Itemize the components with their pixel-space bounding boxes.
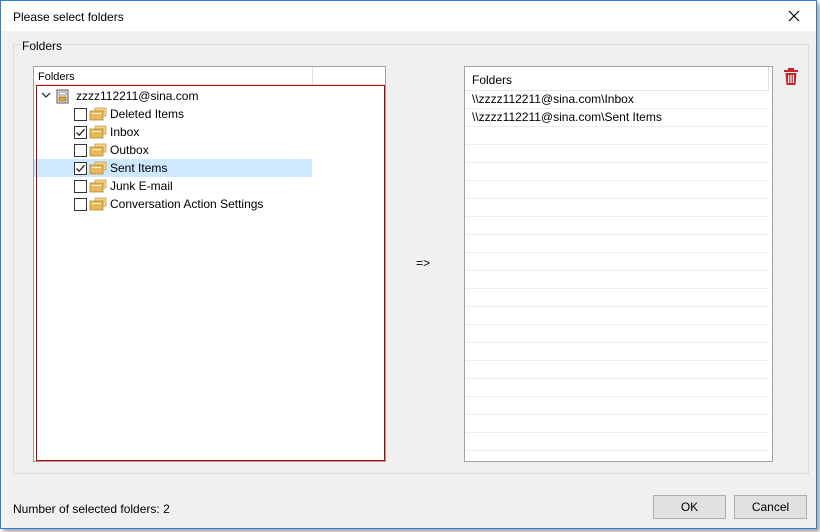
empty-row	[465, 253, 769, 271]
list-item[interactable]: \\zzzz112211@sina.com\Sent Items	[465, 109, 769, 127]
empty-row	[465, 127, 769, 145]
highlight-frame	[36, 85, 385, 461]
empty-row	[465, 271, 769, 289]
transfer-arrow: =>	[416, 256, 431, 270]
empty-row	[465, 379, 769, 397]
empty-row	[465, 289, 769, 307]
title-bar: Please select folders	[1, 1, 816, 31]
empty-row	[465, 397, 769, 415]
empty-row	[465, 307, 769, 325]
empty-row	[465, 181, 769, 199]
list-rows: \\zzzz112211@sina.com\Inbox \\zzzz112211…	[465, 91, 769, 451]
cancel-button[interactable]: Cancel	[734, 495, 807, 519]
list-header-label: Folders	[472, 73, 513, 87]
folder-tree[interactable]: Folders zzzz112211@sina.com Deleted Item…	[33, 66, 386, 462]
selected-folders-list[interactable]: Folders \\zzzz112211@sina.com\Inbox \\zz…	[464, 66, 773, 462]
column-separator	[312, 67, 313, 85]
list-header: Folders	[465, 67, 769, 91]
delete-button[interactable]	[783, 68, 799, 86]
empty-row	[465, 217, 769, 235]
empty-row	[465, 343, 769, 361]
tree-header-label: Folders	[38, 71, 75, 83]
close-icon	[788, 10, 800, 22]
empty-row	[465, 145, 769, 163]
empty-row	[465, 199, 769, 217]
ok-button[interactable]: OK	[653, 495, 726, 519]
empty-row	[465, 433, 769, 451]
trash-icon	[784, 68, 798, 85]
groupbox-title: Folders	[21, 39, 64, 53]
selected-count-status: Number of selected folders: 2	[13, 502, 170, 516]
empty-row	[465, 235, 769, 253]
empty-row	[465, 415, 769, 433]
empty-row	[465, 163, 769, 181]
close-button[interactable]	[772, 1, 816, 31]
empty-row	[465, 325, 769, 343]
column-separator	[768, 67, 769, 91]
empty-row	[465, 361, 769, 379]
window-title: Please select folders	[13, 10, 124, 24]
list-item[interactable]: \\zzzz112211@sina.com\Inbox	[465, 91, 769, 109]
tree-header: Folders	[34, 67, 385, 85]
